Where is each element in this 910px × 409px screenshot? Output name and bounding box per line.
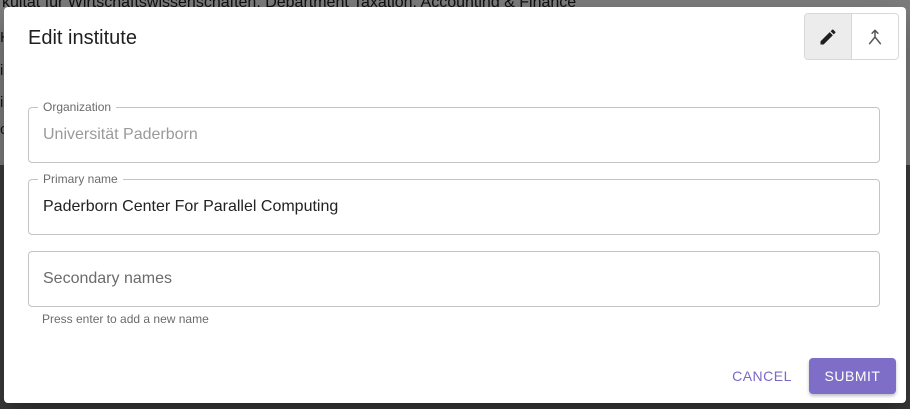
dialog-title: Edit institute [28, 27, 137, 49]
cancel-button[interactable]: CANCEL [725, 358, 799, 394]
secondary-names-input[interactable]: Secondary names [43, 252, 172, 306]
edit-institute-dialog: Edit institute Organization Universität … [4, 7, 906, 403]
secondary-names-helper: Press enter to add a new name [42, 312, 209, 326]
secondary-names-field[interactable]: Secondary names [28, 251, 880, 307]
organization-value: Universität Paderborn [43, 126, 198, 143]
submit-button[interactable]: SUBMIT [809, 358, 896, 394]
mode-toggle-group [804, 13, 899, 60]
edit-mode-toggle[interactable] [805, 14, 851, 59]
organization-field: Organization Universität Paderborn [28, 100, 880, 163]
primary-name-field[interactable]: Primary name Paderborn Center For Parall… [28, 172, 880, 235]
merge-mode-toggle[interactable] [851, 14, 898, 59]
pencil-icon [820, 28, 836, 44]
merge-icon [868, 29, 882, 44]
primary-name-input[interactable]: Paderborn Center For Parallel Computing [43, 180, 338, 234]
